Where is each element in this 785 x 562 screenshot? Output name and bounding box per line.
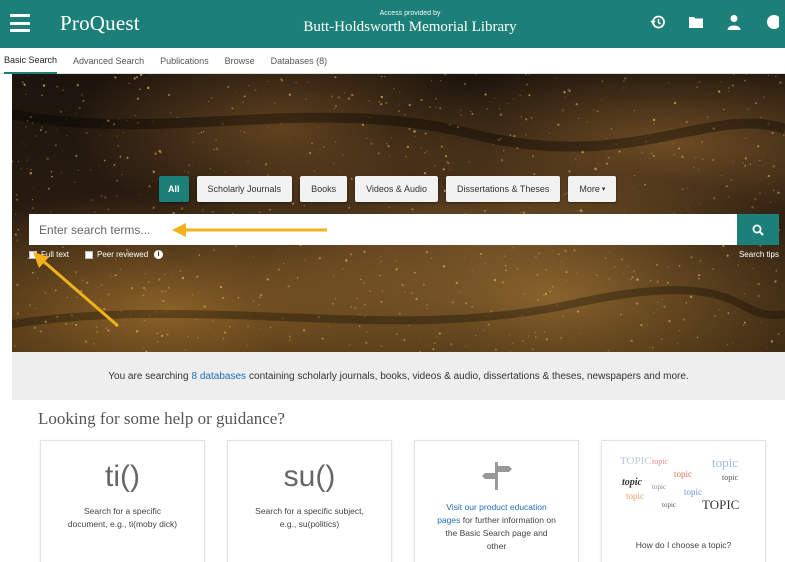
help-card-education[interactable]: Visit our product education pages for fu… bbox=[414, 440, 579, 562]
source-type-videos-audio[interactable]: Videos & Audio bbox=[355, 176, 438, 202]
proquest-logo[interactable]: ProQuest bbox=[60, 11, 140, 36]
tab-publications[interactable]: Publications bbox=[160, 49, 209, 73]
wordcloud-word: topic bbox=[674, 469, 692, 479]
checkbox-box[interactable] bbox=[29, 250, 37, 259]
wordcloud-word: topic bbox=[712, 455, 738, 470]
user-icon[interactable] bbox=[725, 13, 743, 31]
card-symbol: ti() bbox=[105, 460, 140, 493]
card-text: How do I choose a topic? bbox=[635, 540, 732, 550]
help-cards: ti() Search for a specific document, e.g… bbox=[40, 440, 766, 562]
database-info-bar: You are searching 8 databases containing… bbox=[12, 352, 785, 400]
signpost-icon bbox=[415, 455, 578, 495]
source-type-all[interactable]: All bbox=[159, 176, 189, 202]
search-filters: Full text Peer reviewed i bbox=[29, 250, 164, 259]
full-text-checkbox[interactable]: Full text bbox=[29, 250, 69, 259]
info-suffix: containing scholarly journals, books, vi… bbox=[249, 370, 689, 382]
info-prefix: You are searching bbox=[108, 370, 189, 382]
card-text: Search for a specific subject, e.g., su(… bbox=[255, 506, 364, 529]
help-card-title-search[interactable]: ti() Search for a specific document, e.g… bbox=[40, 440, 205, 562]
card-text: Visit our product education pages for fu… bbox=[415, 495, 578, 553]
more-label: More bbox=[579, 184, 600, 194]
search-input[interactable] bbox=[29, 214, 737, 245]
library-name: Butt-Holdsworth Memorial Library bbox=[303, 19, 517, 35]
tab-databases[interactable]: Databases (8) bbox=[271, 49, 328, 73]
source-type-tabs: All Scholarly Journals Books Videos & Au… bbox=[159, 176, 617, 202]
databases-link[interactable]: 8 databases bbox=[192, 371, 247, 382]
wordcloud-word: topic bbox=[652, 483, 666, 491]
card-text: Search for a specific document, e.g., ti… bbox=[67, 506, 178, 529]
topic-wordcloud-image: TOPIC topic topic topic topic topic topi… bbox=[612, 455, 755, 515]
city-background-image bbox=[12, 74, 785, 352]
search-tips-link[interactable]: Search tips bbox=[739, 250, 779, 259]
wordcloud-word: topic bbox=[626, 491, 644, 501]
header-icons bbox=[649, 13, 781, 31]
search-button[interactable] bbox=[737, 214, 779, 245]
help-card-topic[interactable]: TOPIC topic topic topic topic topic topi… bbox=[601, 440, 766, 562]
access-label: Access provided by bbox=[379, 10, 441, 17]
tab-advanced-search[interactable]: Advanced Search bbox=[73, 49, 144, 73]
tab-browse[interactable]: Browse bbox=[225, 49, 255, 73]
card-symbol: su() bbox=[283, 460, 336, 493]
search-bar bbox=[29, 214, 779, 245]
info-icon[interactable]: i bbox=[154, 250, 164, 259]
peer-reviewed-checkbox[interactable]: Peer reviewed i bbox=[85, 250, 164, 259]
peer-reviewed-label: Peer reviewed bbox=[97, 250, 149, 259]
search-icon bbox=[752, 224, 764, 236]
education-text: for further information on the Basic Sea… bbox=[445, 515, 556, 551]
checkbox-box[interactable] bbox=[85, 250, 94, 259]
search-hero: All Scholarly Journals Books Videos & Au… bbox=[12, 74, 785, 352]
top-header: ProQuest Access provided by Butt-Holdswo… bbox=[0, 0, 785, 48]
wordcloud-word: topic bbox=[684, 487, 702, 497]
wordcloud-word: topic bbox=[722, 473, 738, 482]
globe-icon[interactable] bbox=[763, 13, 781, 31]
source-type-books[interactable]: Books bbox=[300, 176, 348, 202]
source-type-scholarly-journals[interactable]: Scholarly Journals bbox=[196, 176, 293, 202]
wordcloud-word: TOPIC bbox=[702, 497, 740, 512]
full-text-label: Full text bbox=[41, 250, 70, 259]
menu-icon[interactable] bbox=[10, 14, 30, 32]
source-type-more[interactable]: More ▾ bbox=[568, 176, 617, 202]
history-icon[interactable] bbox=[649, 13, 667, 31]
source-type-dissertations-theses[interactable]: Dissertations & Theses bbox=[445, 176, 561, 202]
folder-icon[interactable] bbox=[687, 13, 705, 31]
wordcloud-word: topic bbox=[662, 501, 676, 509]
wordcloud-word: topic bbox=[652, 457, 668, 466]
access-provided-by: Access provided by Butt-Holdsworth Memor… bbox=[300, 9, 520, 37]
help-section-title: Looking for some help or guidance? bbox=[38, 409, 285, 428]
caret-down-icon: ▾ bbox=[601, 186, 606, 193]
wordcloud-word: topic bbox=[622, 477, 642, 488]
wordcloud-word: TOPIC bbox=[620, 455, 652, 467]
help-card-subject-search[interactable]: su() Search for a specific subject, e.g.… bbox=[227, 440, 392, 562]
search-nav: Basic Search Advanced Search Publication… bbox=[0, 48, 785, 74]
tab-basic-search[interactable]: Basic Search bbox=[4, 48, 58, 74]
